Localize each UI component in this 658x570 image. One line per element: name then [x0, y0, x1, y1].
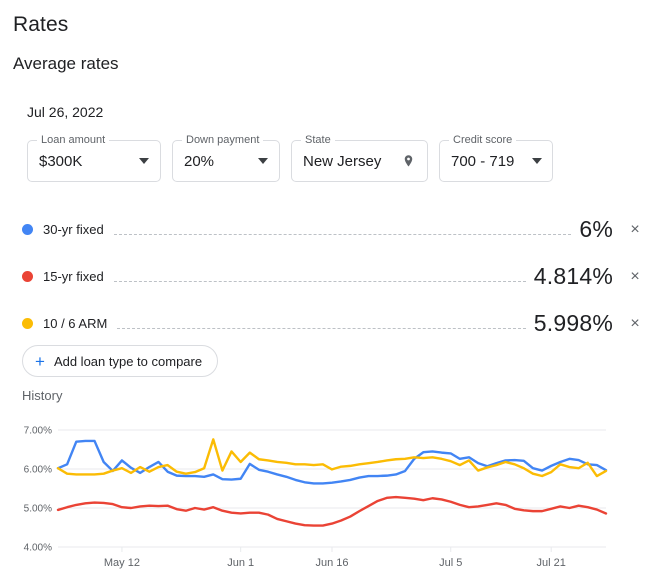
rate-history-chart[interactable]: 7.00% 6.00% 5.00% 4.00% May 12 Jun 1 Jun 16 Jul…: [0, 418, 658, 570]
series-line-15-yr-fixed: [56, 495, 608, 527]
y-axis-tick-label: 4.00%: [24, 543, 52, 554]
chevron-down-icon[interactable]: [139, 158, 149, 164]
down-payment-label: Down payment: [182, 134, 264, 147]
loan-amount-select[interactable]: Loan amount $300K: [27, 134, 161, 182]
loan-amount-value: $300K: [39, 152, 83, 170]
loan-row-30yr[interactable]: 30-yr fixed 6% ×: [0, 206, 658, 253]
loan-row-10-6-arm[interactable]: 10 / 6 ARM 5.998% ×: [0, 300, 658, 347]
remove-loan-button[interactable]: ×: [628, 221, 642, 238]
leader-line: [113, 280, 526, 282]
series-line-10-6-arm: [56, 438, 608, 478]
loan-rate-value: 4.814%: [533, 263, 613, 289]
add-loan-type-button[interactable]: + Add loan type to compare: [22, 345, 219, 377]
series-line-30-yr-fixed: [56, 439, 608, 485]
series-color-dot: [22, 318, 33, 329]
chevron-down-icon[interactable]: [532, 158, 543, 164]
x-axis-tick-label: Jul 5: [439, 557, 462, 569]
credit-score-label: Credit score: [449, 134, 517, 147]
loan-rate-value: 5.998%: [533, 310, 613, 336]
x-axis-tick-label: Jul 21: [537, 557, 566, 569]
loan-row-label: 10 / 6 ARM: [43, 316, 108, 331]
loan-row-label: 15-yr fixed: [43, 269, 104, 284]
state-value: New Jersey: [303, 152, 382, 170]
y-axis-tick-label: 7.00%: [24, 426, 52, 437]
series-color-dot: [22, 271, 33, 282]
loan-row-15yr[interactable]: 15-yr fixed 4.814% ×: [0, 253, 658, 300]
leader-line: [117, 327, 526, 329]
loan-type-list: 30-yr fixed 6% × 15-yr fixed 4.814% × 10…: [0, 206, 658, 347]
remove-loan-button[interactable]: ×: [628, 268, 642, 285]
section-subtitle: Average rates: [13, 54, 119, 73]
credit-score-value: 700 - 719: [451, 152, 515, 170]
down-payment-value: 20%: [184, 152, 215, 170]
credit-score-select[interactable]: Credit score 700 - 719: [439, 134, 553, 182]
page-title: Rates: [13, 13, 69, 36]
x-axis-tick-label: Jun 16: [315, 557, 348, 569]
state-label: State: [301, 134, 335, 147]
history-label: History: [22, 388, 63, 403]
y-axis-tick-label: 6.00%: [24, 465, 52, 476]
y-axis-tick-label: 5.00%: [24, 504, 52, 515]
rates-panel: Rates Average rates Jul 26, 2022 Loan am…: [0, 0, 658, 570]
loan-rate-value: 6%: [579, 216, 613, 242]
state-select[interactable]: State New Jersey: [291, 134, 428, 182]
as-of-date: Jul 26, 2022: [27, 104, 104, 120]
location-pin-icon[interactable]: [401, 153, 416, 170]
x-axis-tick-label: May 12: [104, 557, 140, 569]
loan-row-label: 30-yr fixed: [43, 222, 104, 237]
chevron-down-icon[interactable]: [258, 158, 268, 164]
filter-row: Loan amount $300K Down payment 20% State…: [27, 134, 553, 182]
remove-loan-button[interactable]: ×: [628, 315, 642, 332]
leader-line: [113, 233, 572, 235]
loan-amount-label: Loan amount: [37, 134, 110, 147]
series-color-dot: [22, 224, 33, 235]
down-payment-select[interactable]: Down payment 20%: [172, 134, 280, 182]
add-loan-type-label: Add loan type to compare: [53, 353, 203, 369]
plus-icon: +: [35, 351, 45, 371]
rate-history-svg: 7.00% 6.00% 5.00% 4.00% May 12 Jun 1 Jun 16 Jul…: [24, 426, 608, 569]
x-axis-tick-label: Jun 1: [227, 557, 254, 569]
